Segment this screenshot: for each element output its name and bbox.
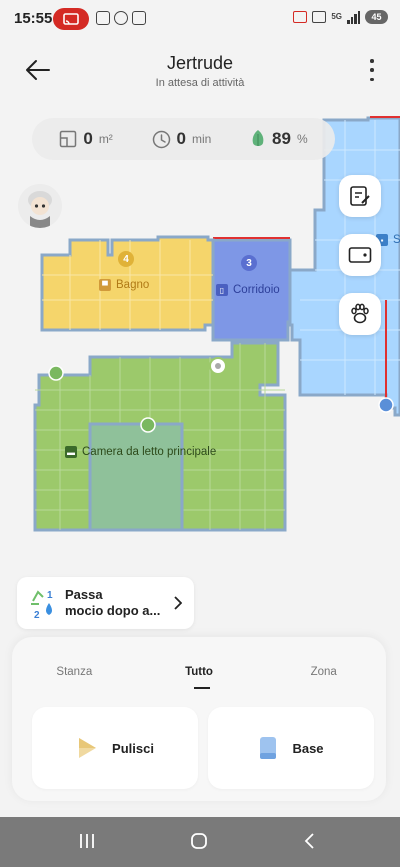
- room-number-badge: 3: [241, 255, 257, 271]
- carpet-marker: [140, 417, 156, 433]
- play-icon: [79, 738, 97, 758]
- notification-icons: [96, 11, 146, 25]
- nav-recents-button[interactable]: [78, 832, 96, 855]
- cleaning-stats-bar: 0 m² 0 min 89 %: [32, 118, 335, 160]
- clean-label: Pulisci: [112, 740, 154, 756]
- room-name: Camera da letto principale: [82, 446, 217, 458]
- battery-stat: 89 %: [250, 129, 308, 149]
- battery-value: 89: [272, 129, 291, 148]
- camera-icon: [348, 247, 372, 263]
- clean-button[interactable]: Pulisci: [32, 707, 198, 789]
- status-time: 15:55: [14, 10, 53, 27]
- clock-icon: [152, 130, 170, 148]
- room-name: Corridoio: [233, 284, 280, 296]
- chevron-right-icon: [174, 596, 182, 610]
- device-status: In attesa di attività: [155, 77, 245, 89]
- nav-back-icon: [304, 833, 314, 849]
- control-panel: Stanza Tutto Zona Pulisci Base: [12, 637, 386, 801]
- device-title: Jertrude: [166, 53, 234, 73]
- room-camera-area[interactable]: [33, 341, 287, 532]
- carpet-zone: [88, 422, 184, 532]
- door-icon: ▯: [216, 284, 228, 296]
- recycle-icon: 1 2: [31, 590, 53, 621]
- dock-icon: [260, 737, 277, 759]
- water-drop-icon: [46, 603, 52, 615]
- base-label: Base: [292, 740, 324, 756]
- cast-small-icon: [293, 11, 308, 23]
- time-unit: min: [191, 132, 212, 146]
- room-name: Bagno: [116, 279, 150, 291]
- signal-icon: [347, 10, 360, 24]
- robot-marker: [48, 365, 64, 381]
- room-label-corridoio[interactable]: ▯ Corridoio: [216, 284, 280, 296]
- edit-pin-marker: [378, 397, 394, 413]
- room-name: S: [393, 234, 400, 246]
- floor-map[interactable]: [0, 110, 400, 570]
- battery-unit: %: [296, 132, 308, 146]
- time-stat: 0 min: [152, 129, 212, 149]
- robot-avatar[interactable]: [18, 184, 62, 228]
- room-label-camera[interactable]: ▬ Camera da letto principale: [65, 446, 216, 458]
- area-unit: m²: [98, 132, 113, 146]
- scan-icon: [96, 11, 110, 25]
- room-number-badge: 4: [118, 251, 134, 267]
- pet-paw-icon: [351, 303, 369, 324]
- mop-card-line1: Passa: [65, 587, 103, 602]
- area-value: 0: [83, 129, 93, 148]
- tab-zona[interactable]: Zona: [261, 666, 386, 678]
- camera-button[interactable]: [339, 234, 381, 276]
- edit-map-icon: [350, 186, 370, 206]
- more-vertical-icon: [370, 59, 374, 63]
- nav-home-icon: [191, 833, 207, 849]
- bath-icon: ▀: [99, 279, 111, 291]
- system-navigation-bar: [0, 817, 400, 867]
- mop-after-card[interactable]: 1 2 Passa mocio dopo a...: [17, 577, 194, 629]
- svg-text:1: 1: [47, 590, 53, 601]
- screen-cast-icon: [53, 8, 89, 30]
- room-label-bagno[interactable]: ▀ Bagno: [99, 279, 149, 291]
- network-type: 5G: [331, 12, 342, 21]
- mop-card-line2: mocio dopo a...: [65, 603, 161, 618]
- pet-mode-button[interactable]: [339, 293, 381, 335]
- nav-home-button[interactable]: [190, 832, 208, 855]
- battery-icon: 45: [365, 10, 388, 24]
- mode-tabs: Stanza Tutto Zona: [12, 666, 386, 678]
- base-button[interactable]: Base: [208, 707, 374, 789]
- edit-map-button[interactable]: [339, 175, 381, 217]
- active-tab-indicator: [194, 687, 210, 689]
- area-stat: 0 m²: [59, 129, 113, 149]
- system-icons: 5G 45: [293, 10, 388, 24]
- nav-back-button[interactable]: [303, 832, 317, 855]
- time-value: 0: [176, 129, 186, 148]
- mute-icon: [312, 11, 327, 23]
- tab-tutto[interactable]: Tutto: [137, 666, 262, 678]
- tab-stanza[interactable]: Stanza: [12, 666, 137, 678]
- svg-text:2: 2: [34, 610, 40, 621]
- bed-icon: ▬: [65, 446, 77, 458]
- battery-leaf-icon: [252, 130, 264, 146]
- screenshot-icon: [132, 11, 146, 25]
- area-icon: [60, 130, 77, 148]
- mop-card-text: Passa mocio dopo a...: [65, 587, 175, 619]
- more-options-button[interactable]: [366, 59, 378, 81]
- nav-recents-icon: [80, 834, 94, 848]
- whatsapp-icon: [114, 11, 128, 25]
- status-bar: 15:55 5G 45: [0, 0, 400, 36]
